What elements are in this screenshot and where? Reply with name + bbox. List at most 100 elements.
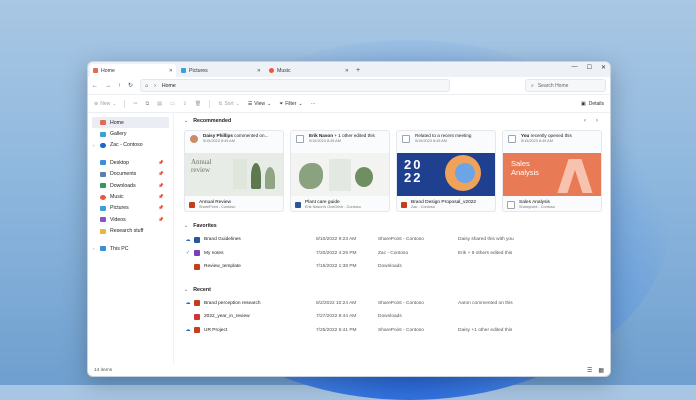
sort-button[interactable]: ⇅ Sort ⌄ <box>218 101 240 107</box>
sidebar-item-this-pc[interactable]: › This PC <box>88 243 173 254</box>
file-thumbnail <box>291 153 389 196</box>
file-activity: Aaron commented on this <box>458 300 513 306</box>
activity-text: Erik Nason + 1 other edited this <box>309 133 386 138</box>
command-bar: ⊕ New ⌄ ✂ ⧉ ▤ ▭ ⇪ 🗑 ⇅ Sort ⌄ ☰ View ⌄ ⏷ … <box>88 95 610 113</box>
details-label: Details <box>588 100 604 107</box>
sidebar-item-videos[interactable]: Videos 📌 <box>88 214 173 225</box>
item-count: 14 items <box>94 367 113 373</box>
this-pc-icon <box>100 246 106 252</box>
file-location: Downloads <box>378 314 402 320</box>
list-item[interactable]: ✓ My notes 7/20/2022 4:29 PM Zac - Conto… <box>184 247 602 261</box>
paste-button[interactable]: ▤ <box>157 101 162 107</box>
new-tab-button[interactable]: + <box>356 64 360 77</box>
favorites-header[interactable]: ⌄ Favorites <box>184 220 602 232</box>
close-tab-icon[interactable]: ✕ <box>257 68 261 74</box>
rename-button[interactable]: ▭ <box>170 101 175 107</box>
search-input[interactable]: ⌕ Search Home <box>525 79 606 92</box>
documents-icon <box>100 171 106 177</box>
minimize-icon[interactable]: — <box>572 64 578 71</box>
up-icon[interactable]: ↑ <box>118 83 121 89</box>
recommended-card[interactable]: Daisy Phillips commented on... 5/15/2023… <box>184 130 284 212</box>
card-activity: Erik Nason + 1 other edited this 5/15/20… <box>291 131 389 153</box>
sidebar-item-desktop[interactable]: Desktop 📌 <box>88 157 173 168</box>
synced-check-icon: ✓ <box>185 250 191 257</box>
tab-pictures[interactable]: Pictures ✕ <box>178 64 264 77</box>
sidebar-item-onedrive[interactable]: › Zac - Contoso <box>88 140 173 151</box>
chevron-down-icon: ⌄ <box>112 100 117 107</box>
file-activity: Daisy +1 other edited this <box>458 327 513 333</box>
view-button[interactable]: ☰ View ⌄ <box>248 101 271 107</box>
close-window-icon[interactable]: ✕ <box>601 64 606 71</box>
powerpoint-icon <box>401 201 407 208</box>
list-item[interactable]: ☁ Brand perception research 8/2/2022 10:… <box>184 297 602 311</box>
file-location: SharePoint - Contoso <box>378 300 424 306</box>
card-activity: Related to a recent meeting 5/15/2023 8:… <box>397 131 495 153</box>
new-label: New <box>100 100 111 107</box>
previous-icon[interactable]: ‹ <box>584 118 586 124</box>
tab-label: Music <box>277 67 291 74</box>
recommended-card[interactable]: Erik Nason + 1 other edited this 5/15/20… <box>290 130 390 212</box>
divider <box>124 99 126 108</box>
share-button[interactable]: ⇪ <box>183 101 187 107</box>
forward-icon[interactable]: → <box>105 83 111 89</box>
chevron-down-icon: ⌄ <box>184 223 189 229</box>
tab-home[interactable]: Home ✕ <box>90 64 176 77</box>
new-button[interactable]: ⊕ New ⌄ <box>94 101 116 107</box>
next-icon[interactable]: › <box>596 118 598 124</box>
filter-button[interactable]: ⏷ Filter ⌄ <box>279 101 302 107</box>
address-bar[interactable]: ⌂ › Home <box>140 79 451 92</box>
list-item[interactable]: ☁ Brand Guidelines 8/10/2022 9:23 AM Sha… <box>184 233 602 247</box>
pin-icon: 📌 <box>158 171 164 177</box>
recommended-card[interactable]: Related to a recent meeting 5/15/2023 8:… <box>396 130 496 212</box>
paste-icon: ▤ <box>157 100 162 107</box>
pdf-icon <box>194 313 200 320</box>
recommended-card[interactable]: You recently opened this 5/15/2023 8:45 … <box>502 130 602 212</box>
file-date: 7/20/2022 4:29 PM <box>316 250 357 256</box>
chevron-right-icon[interactable]: › <box>93 246 95 251</box>
tiles-view-icon[interactable]: ▦ <box>598 367 604 374</box>
maximize-icon[interactable]: ☐ <box>587 64 592 71</box>
sidebar-item-research-stuff[interactable]: Research stuff <box>88 226 173 237</box>
card-activity: You recently opened this 5/15/2023 8:45 … <box>503 131 601 153</box>
file-location: Sharepoint - Contoso <box>519 205 555 209</box>
sidebar-item-pictures[interactable]: Pictures 📌 <box>88 203 173 214</box>
file-activity: Daisy shared this with you <box>458 237 514 243</box>
copy-button[interactable]: ⧉ <box>146 101 150 107</box>
music-icon <box>100 194 106 200</box>
close-tab-icon[interactable]: ✕ <box>345 68 349 74</box>
details-button[interactable]: ▣ Details <box>581 101 604 107</box>
search-placeholder: Search Home <box>537 82 569 89</box>
breadcrumb[interactable]: Home <box>162 83 176 89</box>
more-options-button[interactable]: ··· <box>311 101 316 107</box>
file-date: 8/2/2022 10:24 AM <box>316 300 357 306</box>
activity-date: 5/15/2023 8:45 AM <box>203 139 235 143</box>
powerpoint-icon <box>189 201 195 208</box>
delete-icon: 🗑 <box>194 100 202 107</box>
cut-button[interactable]: ✂ <box>133 101 137 107</box>
recent-header[interactable]: ⌄ Recent <box>184 284 602 296</box>
cloud-icon: ☁ <box>185 236 191 243</box>
list-item[interactable]: ☁ UR Project 7/25/2022 5:41 PM SharePoin… <box>184 324 602 338</box>
list-item[interactable]: Review_template 7/15/2022 1:38 PM Downlo… <box>184 260 602 274</box>
file-name: UR Project <box>204 327 228 333</box>
thumbnail-text: Annual review <box>191 158 212 174</box>
sidebar-item-gallery[interactable]: Gallery <box>88 128 173 139</box>
plant-image <box>329 159 351 191</box>
list-item[interactable]: 2022_year_in_review 7/27/2022 8:44 AM Do… <box>184 310 602 324</box>
back-icon[interactable]: ← <box>92 83 98 89</box>
delete-button[interactable]: 🗑 <box>195 101 201 107</box>
recommended-header[interactable]: ⌄ Recommended <box>184 115 602 127</box>
sidebar-item-downloads[interactable]: Downloads 📌 <box>88 180 173 191</box>
chevron-right-icon[interactable]: › <box>93 143 95 148</box>
pin-icon: 📌 <box>158 205 164 211</box>
music-folder-icon <box>269 68 274 73</box>
close-tab-icon[interactable]: ✕ <box>169 68 173 74</box>
sidebar-item-music[interactable]: Music 📌 <box>88 191 173 202</box>
file-location: Zac - Contoso <box>411 205 435 209</box>
sidebar-item-documents[interactable]: Documents 📌 <box>88 169 173 180</box>
refresh-icon[interactable]: ↻ <box>128 82 133 89</box>
list-view-icon[interactable]: ☰ <box>587 367 592 374</box>
tab-music[interactable]: Music ✕ <box>266 64 352 77</box>
sidebar-item-label: Zac - Contoso <box>110 142 143 149</box>
sidebar-item-home[interactable]: Home <box>92 117 169 129</box>
